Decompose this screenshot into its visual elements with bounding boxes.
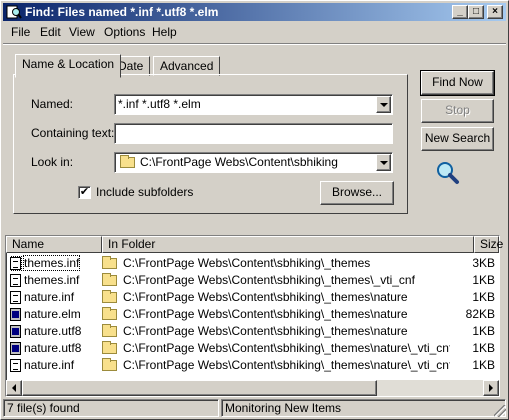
named-label: Named: — [31, 97, 74, 111]
utf8-file-icon — [10, 342, 21, 356]
result-row[interactable]: nature.inf C:\FrontPage Webs\Content\sbh… — [6, 289, 499, 306]
folder-path: C:\FrontPage Webs\Content\sbhiking\_them… — [123, 358, 450, 372]
folder-icon — [102, 324, 117, 338]
file-size: 1KB — [472, 290, 495, 304]
maximize-button[interactable]: □ — [468, 5, 484, 19]
maximize-icon: □ — [472, 6, 480, 17]
file-size: 3KB — [472, 256, 495, 270]
browse-button[interactable]: Browse... — [320, 181, 394, 205]
inf-file-icon — [10, 256, 22, 272]
magnifier-icon — [437, 162, 459, 184]
folder-icon — [102, 273, 117, 287]
menu-options[interactable]: Options — [104, 25, 145, 39]
named-combobox[interactable]: *.inf *.utf8 *.elm — [114, 94, 393, 115]
inf-file-icon — [10, 359, 21, 373]
status-count: 7 file(s) found — [3, 399, 219, 417]
scroll-thumb[interactable] — [22, 380, 377, 396]
file-name: nature.inf — [24, 290, 75, 304]
folder-path: C:\FrontPage Webs\Content\sbhiking\_them… — [123, 341, 450, 355]
scroll-left-button[interactable] — [6, 380, 22, 396]
file-size: 1KB — [472, 324, 495, 338]
named-dropdown-button[interactable] — [376, 96, 391, 113]
look-in-dropdown-button[interactable] — [376, 154, 391, 171]
find-now-button[interactable]: Find Now — [420, 70, 495, 96]
folder-icon — [120, 155, 135, 169]
close-button[interactable]: × — [487, 5, 503, 19]
status-monitoring: Monitoring New Items — [221, 399, 506, 417]
result-row[interactable]: nature.utf8 C:\FrontPage Webs\Content\sb… — [6, 340, 499, 357]
include-subfolders-checkbox[interactable]: ✔ — [78, 186, 91, 199]
resize-grip[interactable] — [494, 405, 506, 417]
look-in-value: C:\FrontPage Webs\Content\sbhiking — [140, 155, 338, 169]
include-subfolders-label[interactable]: Include subfolders — [96, 185, 193, 199]
folder-icon — [102, 341, 117, 355]
close-icon: × — [492, 6, 498, 17]
find-files-icon — [6, 5, 22, 19]
folder-path: C:\FrontPage Webs\Content\sbhiking\_them… — [123, 273, 415, 287]
menu-view[interactable]: View — [69, 25, 95, 39]
menu-help[interactable]: Help — [152, 25, 177, 39]
utf8-file-icon — [10, 325, 21, 339]
result-row[interactable]: themes.inf C:\FrontPage Webs\Content\sbh… — [6, 272, 499, 289]
arrow-right-icon — [489, 384, 493, 392]
look-in-combobox[interactable]: C:\FrontPage Webs\Content\sbhiking — [114, 152, 393, 173]
file-name: nature.utf8 — [24, 324, 82, 338]
result-row[interactable]: themes.inf C:\FrontPage Webs\Content\sbh… — [6, 255, 499, 272]
window-title: Find: Files named *.inf *.utf8 *.elm — [25, 5, 219, 19]
file-size: 1KB — [472, 273, 495, 287]
arrow-left-icon — [12, 384, 16, 392]
folder-icon — [102, 256, 117, 270]
containing-text-input[interactable] — [114, 123, 393, 144]
file-name: themes.inf — [24, 273, 80, 287]
tab-advanced[interactable]: Advanced — [153, 56, 221, 76]
result-row[interactable]: nature.elm C:\FrontPage Webs\Content\sbh… — [6, 306, 499, 323]
file-size: 1KB — [472, 358, 495, 372]
folder-path: C:\FrontPage Webs\Content\sbhiking\_them… — [123, 256, 371, 270]
horizontal-scrollbar[interactable] — [6, 380, 499, 396]
menu-separator — [3, 43, 506, 45]
folder-path: C:\FrontPage Webs\Content\sbhiking\_them… — [123, 290, 408, 304]
minimize-icon: _ — [457, 6, 463, 17]
title-bar[interactable]: Find: Files named *.inf *.utf8 *.elm _ □… — [3, 3, 506, 21]
tab-name-location[interactable]: Name & Location — [15, 54, 122, 78]
file-name: nature.elm — [24, 307, 81, 321]
find-window: Find: Files named *.inf *.utf8 *.elm _ □… — [0, 0, 509, 420]
folder-path: C:\FrontPage Webs\Content\sbhiking\_them… — [123, 307, 408, 321]
menu-edit[interactable]: Edit — [40, 25, 61, 39]
look-in-label: Look in: — [31, 155, 74, 169]
file-size: 82KB — [465, 307, 495, 321]
inf-file-icon — [10, 274, 21, 288]
menu-file[interactable]: File — [11, 25, 30, 39]
folder-icon — [102, 358, 117, 372]
file-size: 1KB — [472, 341, 495, 355]
minimize-button[interactable]: _ — [452, 5, 468, 19]
result-row[interactable]: nature.inf C:\FrontPage Webs\Content\sbh… — [6, 357, 499, 374]
result-row[interactable]: nature.utf8 C:\FrontPage Webs\Content\sb… — [6, 323, 499, 340]
menu-bar: File Edit View Options Help — [3, 23, 506, 41]
file-name: themes.inf — [22, 255, 81, 271]
inf-file-icon — [10, 291, 21, 305]
named-value: *.inf *.utf8 *.elm — [118, 97, 201, 111]
name-location-panel: Named: *.inf *.utf8 *.elm Containing tex… — [13, 74, 408, 214]
folder-icon — [102, 307, 117, 321]
new-search-button[interactable]: New Search — [421, 127, 494, 151]
file-name: nature.utf8 — [24, 341, 82, 355]
elm-file-icon — [10, 308, 21, 322]
file-name: nature.inf — [24, 358, 75, 372]
containing-text-label: Containing text: — [31, 126, 115, 140]
column-header-folder[interactable]: In Folder — [102, 236, 474, 253]
folder-path: C:\FrontPage Webs\Content\sbhiking\_them… — [123, 324, 408, 338]
column-header-name[interactable]: Name — [6, 236, 102, 253]
scroll-right-button[interactable] — [483, 380, 499, 396]
folder-icon — [102, 290, 117, 304]
column-header-size[interactable]: Size — [474, 236, 503, 253]
results-list[interactable]: Name In Folder Size themes.inf C:\FrontP… — [5, 235, 503, 397]
stop-button[interactable]: Stop — [421, 99, 494, 123]
